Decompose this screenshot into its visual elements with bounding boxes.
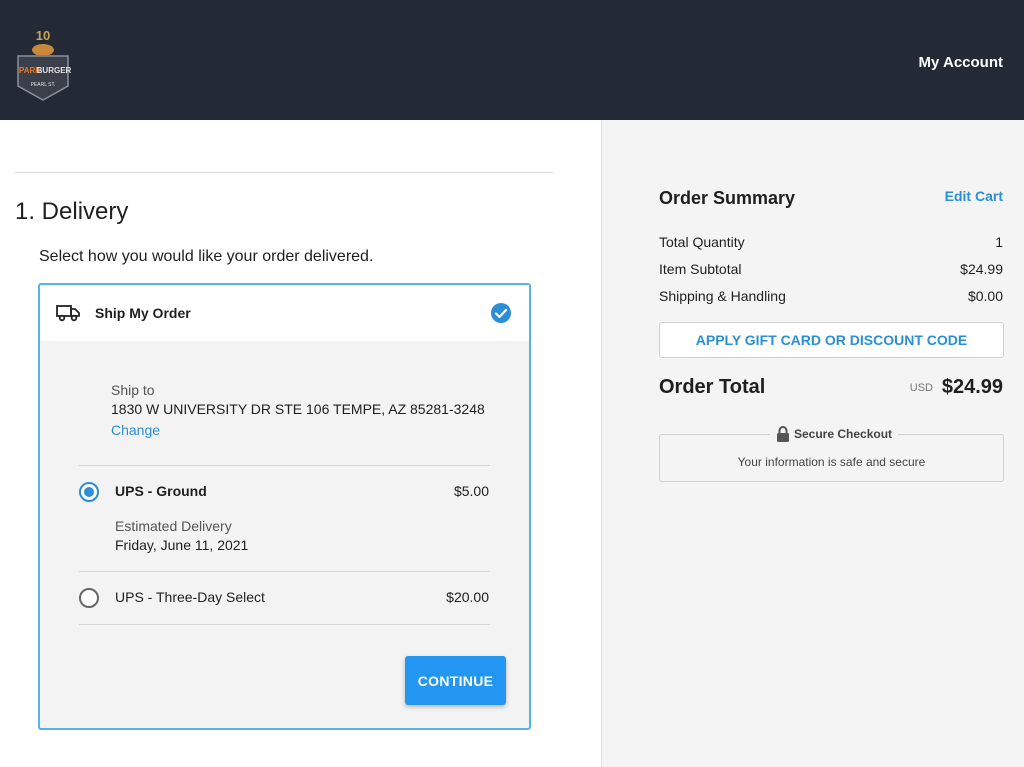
shipping-handling-value: $0.00 <box>967 288 1003 304</box>
estimated-delivery-label: Estimated Delivery <box>115 518 232 534</box>
delivery-step-title: 1. Delivery <box>15 198 129 225</box>
my-account-link[interactable]: My Account <box>919 54 1003 71</box>
order-total-currency: USD <box>909 382 933 394</box>
ups-three-day-label[interactable]: UPS - Three-Day Select <box>115 589 265 605</box>
estimated-delivery-date: Friday, June 11, 2021 <box>115 537 249 553</box>
secure-checkout-box: Secure Checkout Your information is safe… <box>659 423 1004 482</box>
secure-checkout-text: Your information is safe and secure <box>737 455 926 469</box>
ship-to-label: Ship to <box>111 382 155 398</box>
change-address-link[interactable]: Change <box>111 422 160 438</box>
item-subtotal-label: Item Subtotal <box>659 261 742 277</box>
order-summary-title: Order Summary <box>659 188 796 208</box>
ship-my-order-label: Ship My Order <box>95 305 191 321</box>
ship-card-header[interactable]: Ship My Order <box>40 285 529 341</box>
section-divider <box>15 172 553 173</box>
option-divider <box>79 624 490 625</box>
item-subtotal-value: $24.99 <box>960 261 1003 277</box>
svg-text:10: 10 <box>36 28 50 43</box>
apply-gift-card-button[interactable]: APPLY GIFT CARD OR DISCOUNT CODE <box>659 322 1004 358</box>
site-header: 10 PARK BURGER PEARL ST. My Account <box>0 0 1024 120</box>
order-summary-panel: Order Summary Edit Cart Total Quantity 1… <box>601 120 1024 767</box>
continue-button[interactable]: CONTINUE <box>405 656 506 705</box>
ups-three-day-radio[interactable] <box>79 588 99 608</box>
edit-cart-link[interactable]: Edit Cart <box>945 188 1003 204</box>
total-quantity-label: Total Quantity <box>659 234 745 250</box>
lock-icon <box>777 426 789 442</box>
ups-ground-radio[interactable] <box>79 482 99 502</box>
shipping-handling-label: Shipping & Handling <box>659 288 786 304</box>
secure-checkout-title: Secure Checkout <box>794 427 893 441</box>
ship-my-order-card[interactable]: Ship My Order Ship to 1830 W UNIVERSITY … <box>38 283 531 730</box>
order-total-label: Order Total <box>659 376 766 398</box>
ups-ground-price: $5.00 <box>453 483 489 499</box>
order-total-value: $24.99 <box>941 376 1003 398</box>
svg-text:PEARL ST.: PEARL ST. <box>31 82 56 88</box>
ship-to-address: 1830 W UNIVERSITY DR STE 106 TEMPE, AZ 8… <box>111 401 485 417</box>
total-quantity-value: 1 <box>995 234 1003 250</box>
svg-text:BURGER: BURGER <box>37 66 72 75</box>
ups-ground-label[interactable]: UPS - Ground <box>115 483 207 499</box>
truck-icon <box>56 305 80 322</box>
ups-three-day-price: $20.00 <box>446 589 489 605</box>
check-circle-icon <box>491 303 511 323</box>
option-divider <box>79 465 490 466</box>
secure-checkout-legend: Secure Checkout <box>770 423 899 445</box>
park-burger-logo[interactable]: 10 PARK BURGER PEARL ST. <box>14 26 72 102</box>
option-divider <box>79 571 490 572</box>
delivery-subtitle: Select how you would like your order del… <box>39 248 374 265</box>
